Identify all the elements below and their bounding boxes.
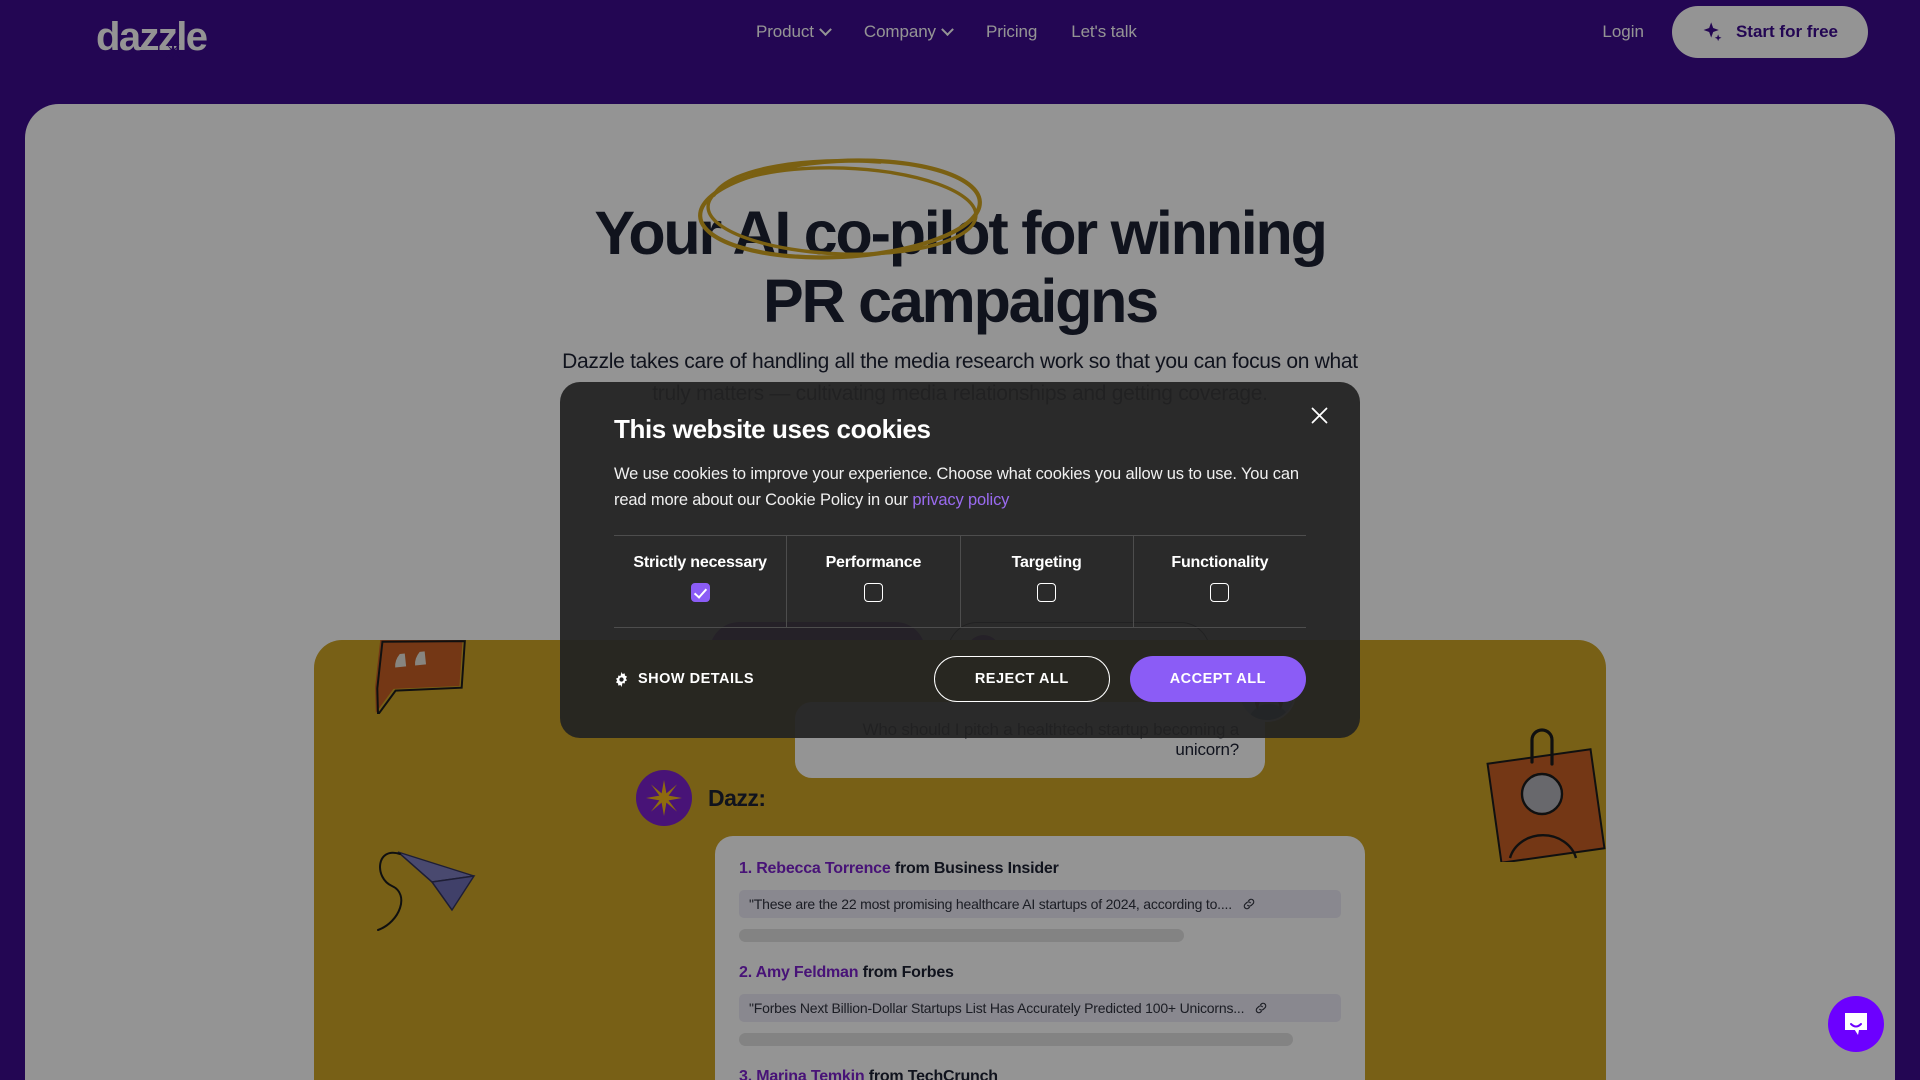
cookie-category-performance: Performance	[787, 536, 961, 628]
cookie-checkbox-performance[interactable]	[863, 583, 883, 603]
cookie-category-functionality: Functionality	[1134, 536, 1306, 627]
intercom-launcher-button[interactable]	[1828, 996, 1884, 1052]
cookie-category-label: Functionality	[1171, 554, 1269, 572]
cookie-primary-actions: REJECT ALL ACCEPT ALL	[933, 656, 1306, 703]
cookie-dialog-actions: SHOW DETAILS REJECT ALL ACCEPT ALL	[614, 656, 1306, 703]
page-root: da zz le Product Company Pricing Let's t…	[0, 0, 1920, 1080]
close-button[interactable]	[1304, 400, 1334, 430]
close-icon	[1311, 407, 1327, 423]
cookie-category-table: Strictly necessary Performance Targeting…	[614, 535, 1306, 629]
cookie-consent-dialog: This website uses cookies We use cookies…	[560, 382, 1360, 739]
reject-all-button[interactable]: REJECT ALL	[933, 656, 1110, 703]
cookie-category-label: Strictly necessary	[633, 554, 767, 572]
cookie-dialog-title: This website uses cookies	[614, 414, 931, 444]
chat-bubble-icon	[1845, 1013, 1867, 1035]
cookie-dialog-body: We use cookies to improve your experienc…	[614, 461, 1306, 513]
privacy-policy-link[interactable]: privacy policy	[912, 491, 1009, 509]
cookie-category-label: Performance	[825, 554, 922, 572]
show-details-label: SHOW DETAILS	[638, 671, 755, 688]
cookie-checkbox-strictly-necessary[interactable]	[690, 583, 710, 603]
show-details-button[interactable]: SHOW DETAILS	[614, 671, 754, 687]
cookie-checkbox-functionality[interactable]	[1210, 583, 1230, 603]
cookie-category-strictly-necessary: Strictly necessary	[614, 536, 788, 628]
cookie-checkbox-targeting[interactable]	[1037, 583, 1057, 603]
accept-all-button[interactable]: ACCEPT ALL	[1129, 656, 1306, 703]
cookie-category-targeting: Targeting	[961, 536, 1134, 628]
gear-icon	[615, 671, 628, 687]
cookie-category-label: Targeting	[1011, 554, 1082, 572]
